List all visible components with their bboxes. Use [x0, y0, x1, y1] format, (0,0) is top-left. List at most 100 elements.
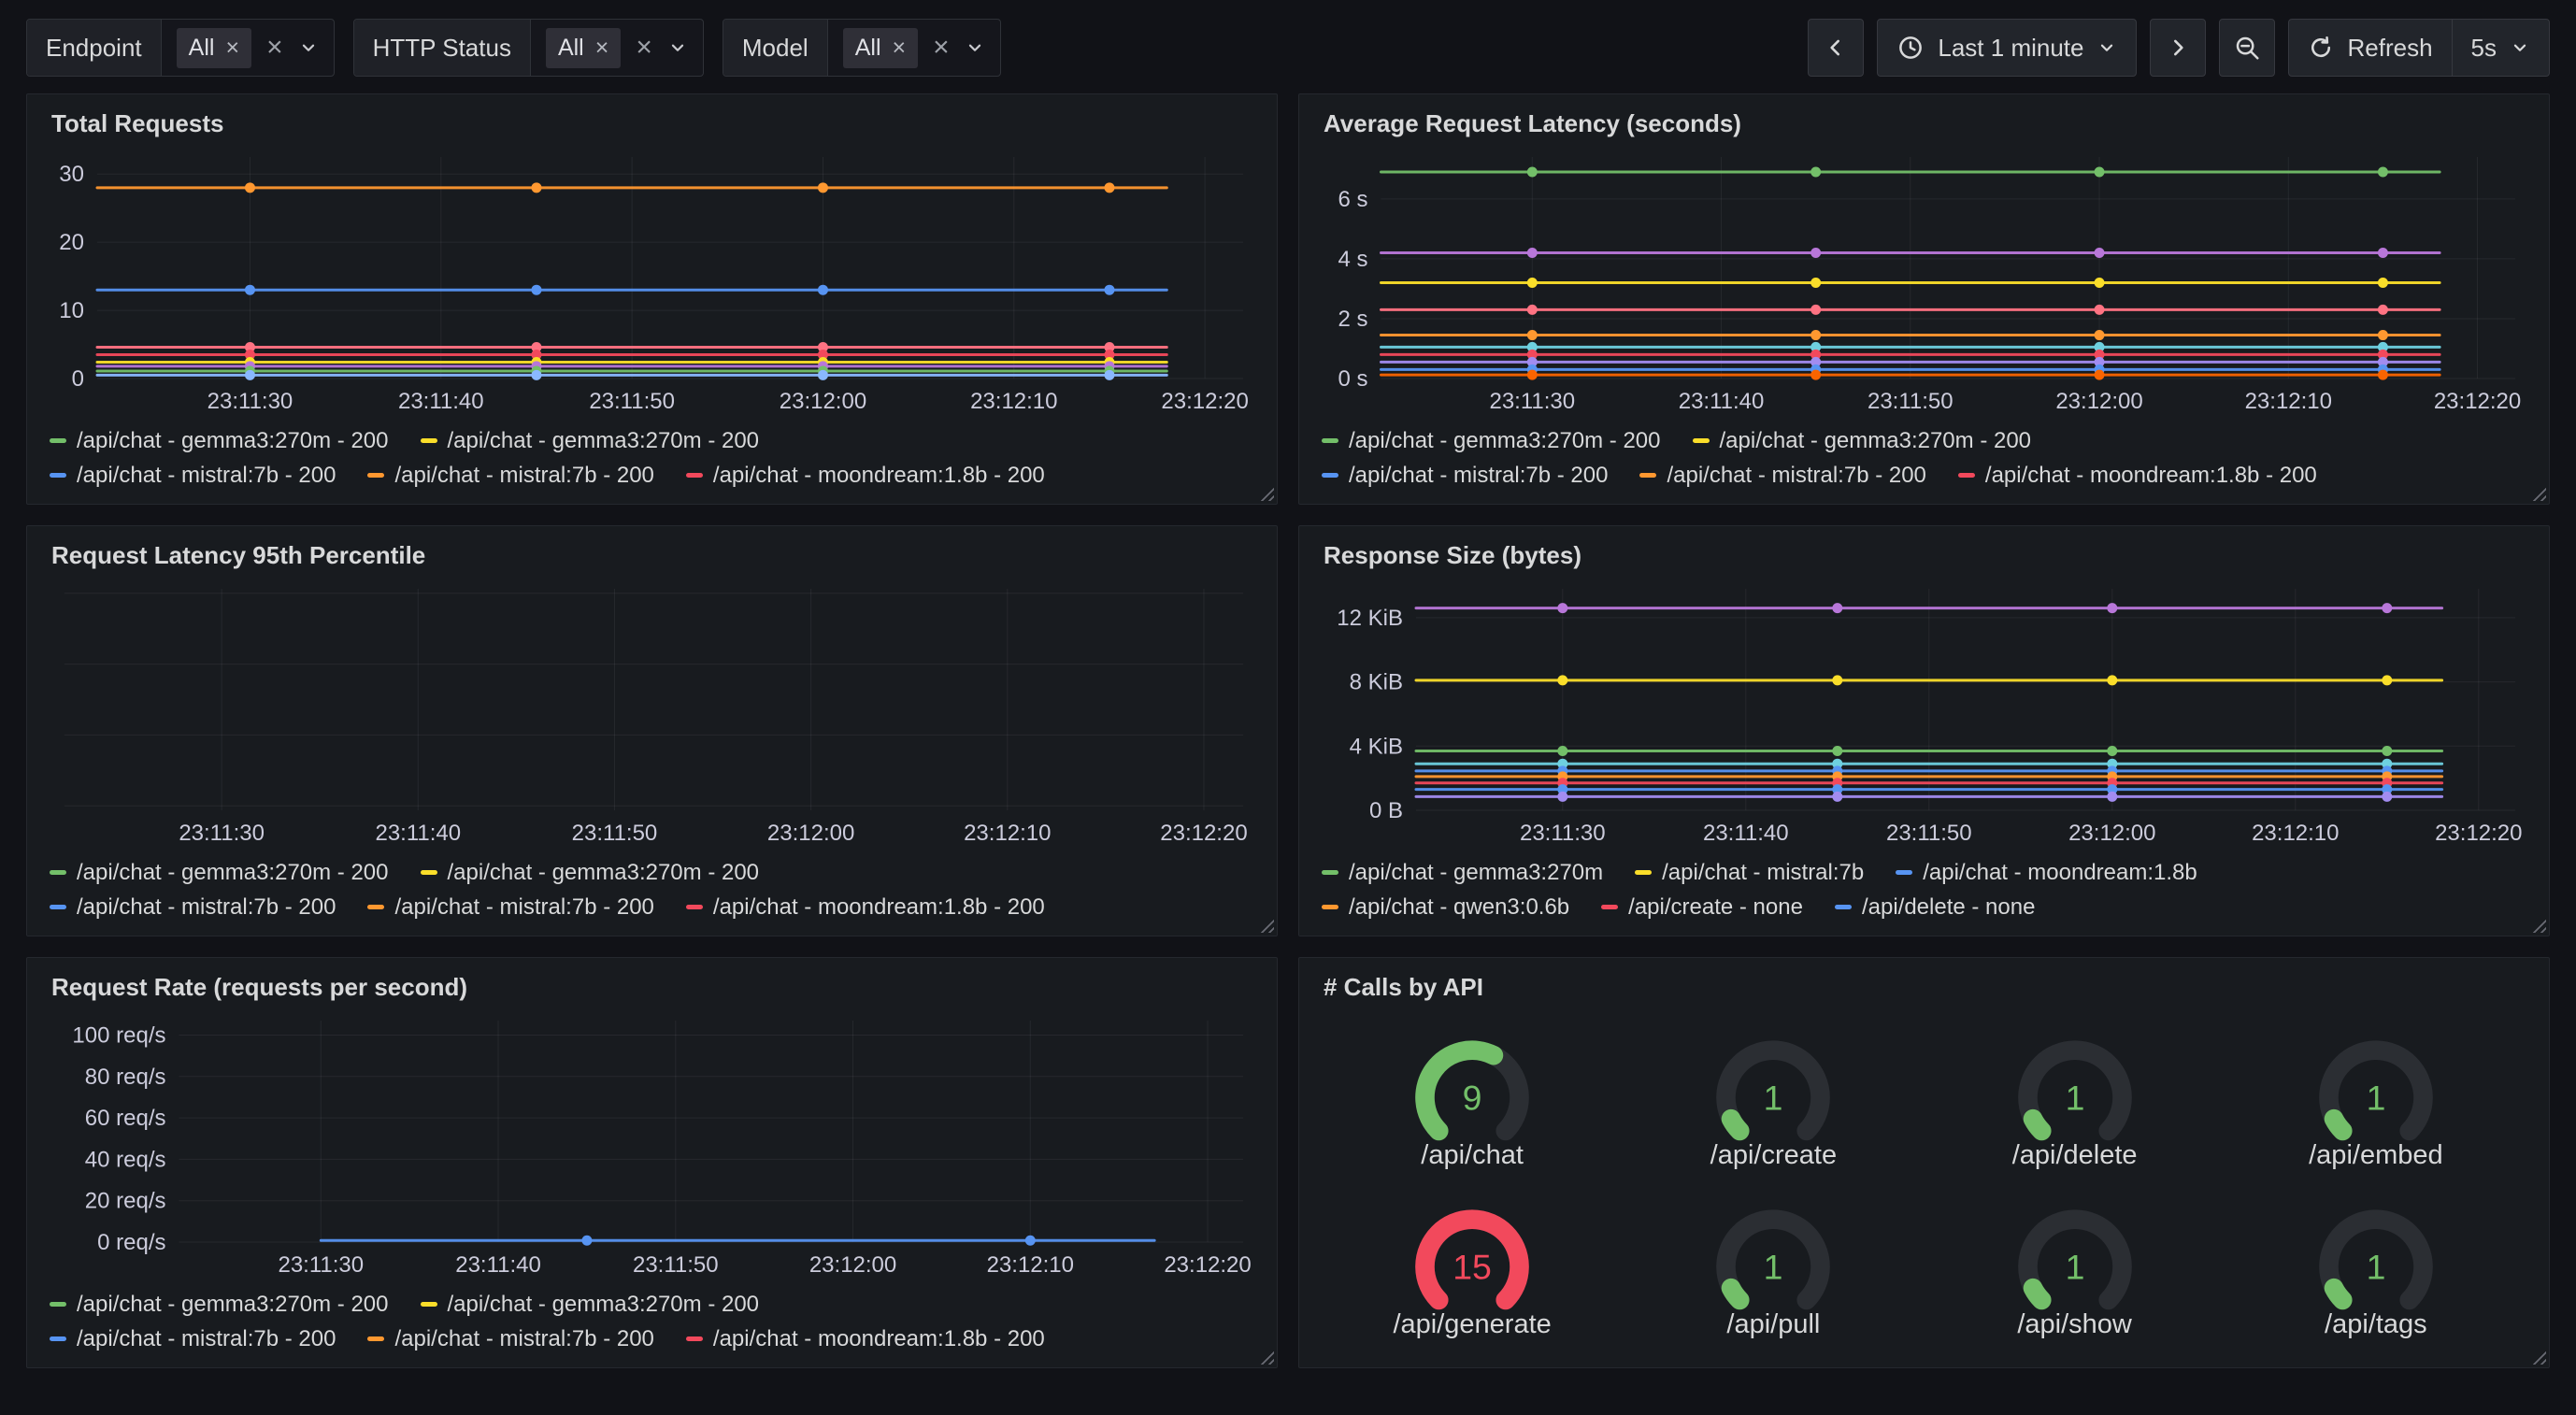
- legend-item[interactable]: /api/chat - mistral:7b - 200: [1322, 463, 1608, 489]
- legend-item[interactable]: /api/chat - mistral:7b - 200: [367, 463, 653, 489]
- filter-value-box[interactable]: All××: [531, 20, 703, 76]
- gauge-value: 1: [1764, 1078, 1783, 1117]
- svg-text:0 B: 0 B: [1369, 798, 1403, 823]
- svg-text:23:11:50: 23:11:50: [1868, 389, 1953, 414]
- svg-text:23:11:40: 23:11:40: [1703, 821, 1789, 846]
- clear-filter-icon[interactable]: ×: [933, 34, 950, 62]
- zoom-out-button[interactable]: [2219, 19, 2275, 77]
- filter-chip[interactable]: All×: [546, 28, 621, 68]
- remove-filter-value-icon[interactable]: ×: [893, 36, 907, 60]
- panel-title[interactable]: Request Rate (requests per second): [51, 973, 1254, 1002]
- legend-row: /api/chat - gemma3:270m/api/chat - mistr…: [1322, 855, 2526, 890]
- panel-title[interactable]: Request Latency 95th Percentile: [51, 541, 1254, 570]
- legend-item[interactable]: /api/chat - mistral:7b - 200: [50, 894, 336, 921]
- series-color-icon: [50, 1302, 66, 1307]
- series-color-icon: [421, 1302, 437, 1307]
- legend-item[interactable]: /api/delete - none: [1835, 894, 2035, 921]
- legend-item[interactable]: /api/chat - moondream:1.8b: [1896, 860, 2197, 886]
- filter-value-box[interactable]: All××: [828, 20, 1000, 76]
- legend-item[interactable]: /api/chat - gemma3:270m - 200: [1693, 428, 2032, 454]
- panel-resize-handle-icon[interactable]: [1257, 1348, 1274, 1365]
- filter-chip[interactable]: All×: [843, 28, 918, 68]
- svg-text:40 req/s: 40 req/s: [85, 1147, 166, 1172]
- chevron-down-icon[interactable]: [298, 37, 319, 58]
- refresh-icon: [2308, 35, 2334, 61]
- legend-item[interactable]: /api/chat - qwen3:0.6b: [1322, 894, 1569, 921]
- legend-item[interactable]: /api/chat - moondream:1.8b - 200: [686, 894, 1045, 921]
- panel-resize-handle-icon[interactable]: [2529, 1348, 2546, 1365]
- refresh-button-group: Refresh 5s: [2288, 19, 2550, 77]
- legend-item[interactable]: /api/chat - gemma3:270m - 200: [1322, 428, 1661, 454]
- legend-item[interactable]: /api/chat - gemma3:270m - 200: [50, 1292, 389, 1318]
- legend-item[interactable]: /api/chat - mistral:7b - 200: [50, 463, 336, 489]
- gauge-label: /api/pull: [1726, 1309, 1820, 1340]
- legend: /api/chat - gemma3:270m - 200/api/chat -…: [50, 423, 1254, 493]
- legend-item[interactable]: /api/chat - gemma3:270m - 200: [421, 428, 760, 454]
- chart-request-rate[interactable]: 23:11:3023:11:4023:11:5023:12:0023:12:10…: [50, 1011, 1254, 1279]
- legend-item[interactable]: /api/create - none: [1601, 894, 1803, 921]
- time-forward-button[interactable]: [2150, 19, 2206, 77]
- legend-item[interactable]: /api/chat - moondream:1.8b - 200: [686, 463, 1045, 489]
- legend-label: /api/chat - mistral:7b: [1662, 860, 1864, 886]
- svg-text:23:12:00: 23:12:00: [809, 1252, 896, 1278]
- time-back-button[interactable]: [1808, 19, 1864, 77]
- time-range-picker[interactable]: Last 1 minute: [1877, 19, 2137, 77]
- svg-text:80 req/s: 80 req/s: [85, 1065, 166, 1090]
- chevron-down-icon[interactable]: [667, 37, 688, 58]
- legend-item[interactable]: /api/chat - mistral:7b: [1635, 860, 1864, 886]
- remove-filter-value-icon[interactable]: ×: [225, 36, 239, 60]
- svg-text:23:11:30: 23:11:30: [278, 1252, 364, 1278]
- gauge-value: 9: [1463, 1078, 1482, 1117]
- panel-title[interactable]: Average Request Latency (seconds): [1324, 109, 2526, 138]
- svg-text:23:11:30: 23:11:30: [208, 389, 293, 414]
- chart-latency-p95[interactable]: 23:11:3023:11:4023:11:5023:12:0023:12:10…: [50, 579, 1254, 848]
- refresh-interval-dropdown[interactable]: 5s: [2453, 20, 2549, 76]
- panel-latency-p95: Request Latency 95th Percentile 23:11:302…: [26, 525, 1278, 936]
- chart-avg-latency[interactable]: 23:11:3023:11:4023:11:5023:12:0023:12:10…: [1322, 148, 2526, 416]
- legend-item[interactable]: /api/chat - gemma3:270m - 200: [421, 860, 760, 886]
- legend-label: /api/chat - mistral:7b - 200: [394, 894, 653, 921]
- filter-chip[interactable]: All×: [177, 28, 251, 68]
- panel-response-size: Response Size (bytes) 23:11:3023:11:4023:…: [1298, 525, 2550, 936]
- legend-item[interactable]: /api/chat - gemma3:270m - 200: [50, 860, 389, 886]
- legend-item[interactable]: /api/chat - moondream:1.8b - 200: [1958, 463, 2317, 489]
- gauge-value: 1: [2065, 1078, 2084, 1117]
- legend-item[interactable]: /api/chat - gemma3:270m - 200: [421, 1292, 760, 1318]
- gauge-api-delete: 1/api/delete: [1925, 1017, 2225, 1187]
- svg-text:8 KiB: 8 KiB: [1350, 670, 1403, 695]
- remove-filter-value-icon[interactable]: ×: [595, 36, 609, 60]
- svg-text:23:11:40: 23:11:40: [455, 1252, 541, 1278]
- dashboard-grid: Total Requests23:11:3023:11:4023:11:5023…: [0, 92, 2576, 1391]
- legend-label: /api/chat - mistral:7b - 200: [77, 463, 336, 489]
- legend-item[interactable]: /api/chat - gemma3:270m: [1322, 860, 1603, 886]
- panel-resize-handle-icon[interactable]: [1257, 484, 1274, 501]
- filter-value-box[interactable]: All××: [162, 20, 334, 76]
- legend-row: /api/chat - mistral:7b - 200/api/chat - …: [1322, 458, 2526, 493]
- legend: /api/chat - gemma3:270m/api/chat - mistr…: [1322, 855, 2526, 924]
- panel-resize-handle-icon[interactable]: [1257, 916, 1274, 933]
- chevron-down-icon: [2510, 37, 2530, 58]
- legend-item[interactable]: /api/chat - mistral:7b - 200: [1639, 463, 1925, 489]
- refresh-button[interactable]: Refresh: [2289, 20, 2451, 76]
- panel-resize-handle-icon[interactable]: [2529, 484, 2546, 501]
- clear-filter-icon[interactable]: ×: [636, 34, 652, 62]
- svg-text:23:11:50: 23:11:50: [589, 389, 675, 414]
- panel-title[interactable]: Total Requests: [51, 109, 1254, 138]
- panel-title[interactable]: Response Size (bytes): [1324, 541, 2526, 570]
- legend-item[interactable]: /api/chat - moondream:1.8b - 200: [686, 1326, 1045, 1352]
- svg-text:2 s: 2 s: [1338, 307, 1367, 332]
- panel-total-requests: Total Requests 23:11:3023:11:4023:11:5023…: [26, 93, 1278, 505]
- chevron-down-icon[interactable]: [965, 37, 985, 58]
- legend-item[interactable]: /api/chat - mistral:7b - 200: [367, 894, 653, 921]
- clear-filter-icon[interactable]: ×: [266, 34, 283, 62]
- svg-text:23:12:10: 23:12:10: [2252, 821, 2339, 846]
- legend-label: /api/chat - moondream:1.8b - 200: [1985, 463, 2317, 489]
- chart-response-size[interactable]: 23:11:3023:11:4023:11:5023:12:0023:12:10…: [1322, 579, 2526, 848]
- panel-resize-handle-icon[interactable]: [2529, 916, 2546, 933]
- chart-total-requests[interactable]: 23:11:3023:11:4023:11:5023:12:0023:12:10…: [50, 148, 1254, 416]
- legend-item[interactable]: /api/chat - gemma3:270m - 200: [50, 428, 389, 454]
- svg-text:23:11:30: 23:11:30: [1489, 389, 1575, 414]
- panel-title[interactable]: # Calls by API: [1324, 973, 2526, 1002]
- legend-item[interactable]: /api/chat - mistral:7b - 200: [50, 1326, 336, 1352]
- legend-item[interactable]: /api/chat - mistral:7b - 200: [367, 1326, 653, 1352]
